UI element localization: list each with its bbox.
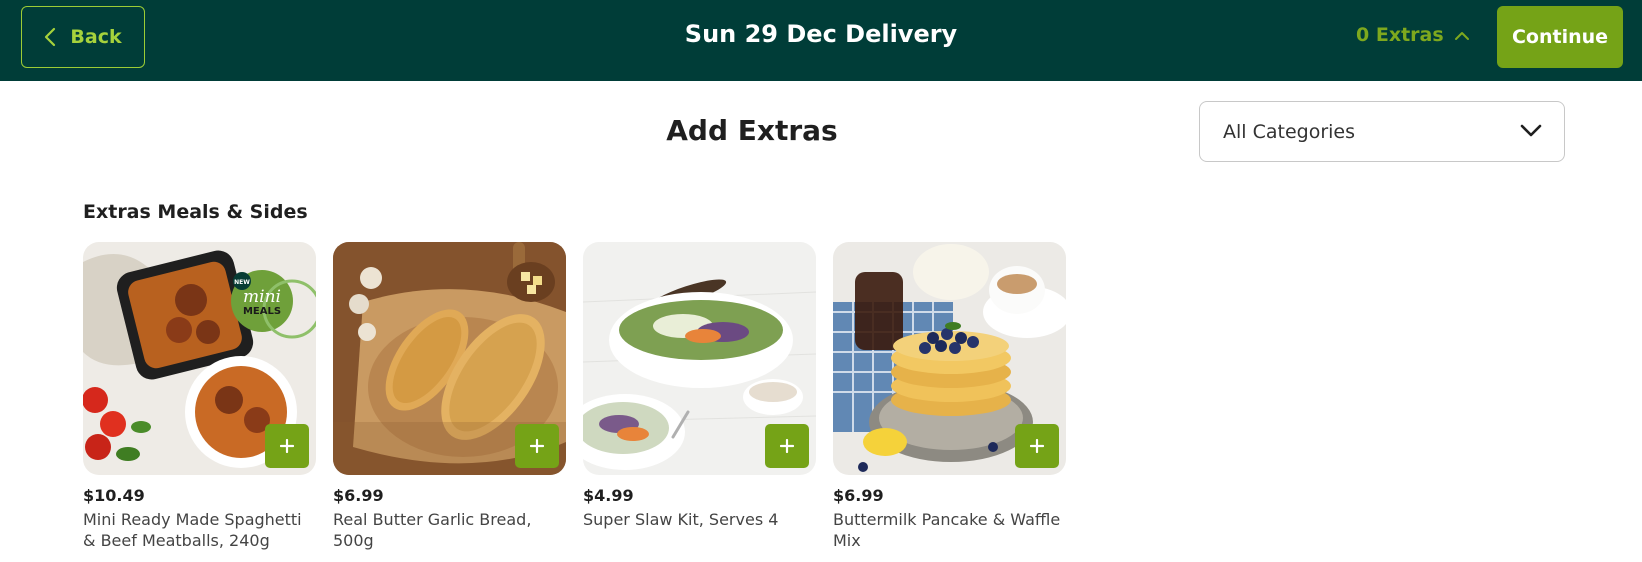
product-card: $6.99 Buttermilk Pancake & Waffle Mix <box>833 242 1066 551</box>
add-button[interactable] <box>765 424 809 468</box>
product-image-pancake-mix[interactable] <box>833 242 1066 475</box>
badge-new: NEW <box>234 279 250 286</box>
plus-icon <box>530 439 544 453</box>
back-button[interactable]: Back <box>21 6 145 68</box>
product-card: $6.99 Real Butter Garlic Bread, 500g <box>333 242 566 551</box>
product-price: $6.99 <box>833 486 884 505</box>
product-name[interactable]: Real Butter Garlic Bread, 500g <box>333 509 566 551</box>
product-image-garlic-bread[interactable] <box>333 242 566 475</box>
continue-button[interactable]: Continue <box>1497 6 1623 68</box>
product-image-slaw-kit[interactable] <box>583 242 816 475</box>
chevron-up-icon <box>1454 24 1470 46</box>
extras-count-label: 0 Extras <box>1356 24 1444 46</box>
continue-button-label: Continue <box>1511 26 1609 48</box>
plus-icon <box>1030 439 1044 453</box>
category-select-value: All Categories <box>1223 120 1356 143</box>
page-title: Add Extras <box>666 114 838 147</box>
top-bar: Back Sun 29 Dec Delivery 0 Extras Contin… <box>0 0 1642 81</box>
plus-icon <box>280 439 294 453</box>
product-price: $4.99 <box>583 486 634 505</box>
back-button-label: Back <box>70 26 122 48</box>
product-card: NEW mini MEALS $10.49 Mini Ready Made Sp… <box>83 242 316 551</box>
add-button[interactable] <box>265 424 309 468</box>
add-button[interactable] <box>1015 424 1059 468</box>
plus-icon <box>780 439 794 453</box>
add-button[interactable] <box>515 424 559 468</box>
product-name[interactable]: Buttermilk Pancake & Waffle Mix <box>833 509 1066 551</box>
badge-mini: mini <box>243 287 281 307</box>
product-price: $6.99 <box>333 486 384 505</box>
product-price: $10.49 <box>83 486 145 505</box>
delivery-title: Sun 29 Dec Delivery <box>684 20 958 48</box>
section-title: Extras Meals & Sides <box>83 201 308 223</box>
extras-toggle[interactable]: 0 Extras <box>1356 24 1470 46</box>
badge-meals: MEALS <box>243 306 281 317</box>
chevron-left-icon <box>44 27 56 47</box>
chevron-down-icon <box>1520 122 1542 141</box>
product-name[interactable]: Super Slaw Kit, Serves 4 <box>583 509 816 530</box>
product-name[interactable]: Mini Ready Made Spaghetti & Beef Meatbal… <box>83 509 316 551</box>
product-card: $4.99 Super Slaw Kit, Serves 4 <box>583 242 816 551</box>
product-list: NEW mini MEALS $10.49 Mini Ready Made Sp… <box>83 242 1066 551</box>
category-select[interactable]: All Categories <box>1199 101 1565 162</box>
product-image-spaghetti-meatballs[interactable]: NEW mini MEALS <box>83 242 316 475</box>
